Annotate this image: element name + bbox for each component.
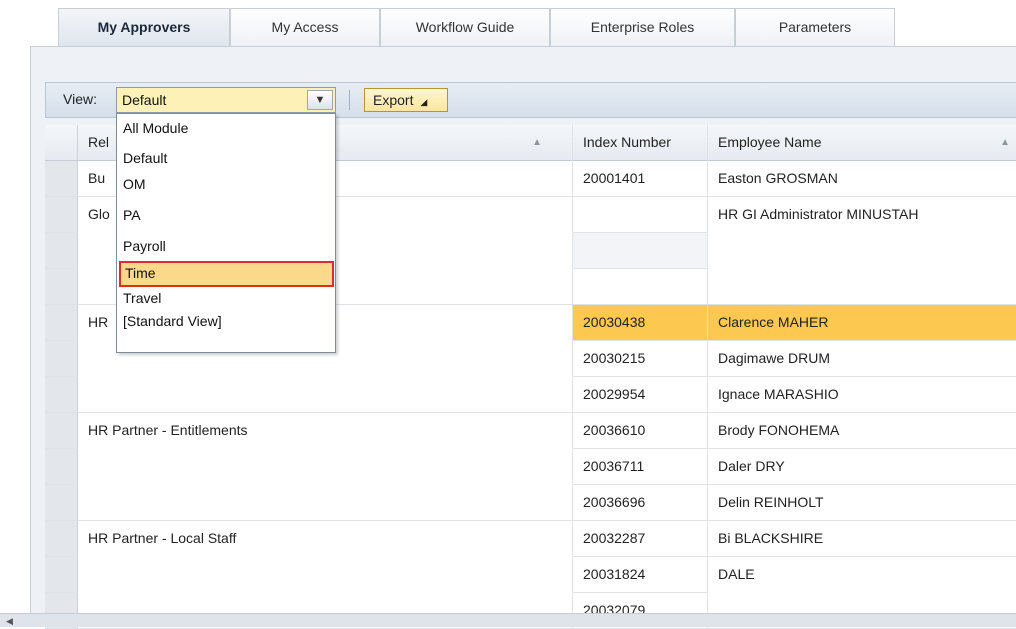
row-selector[interactable]: [45, 341, 78, 377]
column-header-label: Index Number: [583, 134, 671, 150]
sort-icon[interactable]: ▲: [1000, 125, 1010, 160]
export-button[interactable]: Export ◢: [364, 88, 448, 112]
role-cell: [78, 377, 573, 413]
table-row[interactable]: 20036696 Delin REINHOLT: [45, 485, 1016, 521]
employee-name-cell: HR GI Administrator MINUSTAH: [708, 197, 1016, 233]
row-selector[interactable]: [45, 269, 78, 305]
tab-parameters[interactable]: Parameters: [735, 8, 895, 46]
row-selector[interactable]: [45, 233, 78, 269]
tab-enterprise-roles[interactable]: Enterprise Roles: [550, 8, 735, 46]
tab-label: Enterprise Roles: [590, 19, 695, 35]
scroll-left-icon[interactable]: ◀: [6, 616, 13, 627]
dropdown-option[interactable]: Payroll: [123, 238, 166, 254]
column-header-employee-name[interactable]: Employee Name ▲: [708, 125, 1016, 161]
export-label: Export: [373, 92, 414, 108]
column-header-label: Rel: [88, 134, 110, 150]
index-number-cell: 20036696: [573, 485, 708, 521]
index-number-cell: 20036711: [573, 449, 708, 485]
employee-name-cell: DALE: [708, 557, 1016, 593]
table-row[interactable]: 20032079: [45, 593, 1016, 629]
tab-label: My Approvers: [97, 19, 191, 35]
index-number-cell: 20001401: [573, 161, 708, 197]
row-selector[interactable]: [45, 377, 78, 413]
index-number-cell: 20030215: [573, 341, 708, 377]
dropdown-option[interactable]: All Module: [123, 120, 188, 136]
row-selector[interactable]: [45, 197, 78, 233]
index-number-cell: [573, 233, 708, 269]
employee-name-cell: Delin REINHOLT: [708, 485, 1016, 521]
index-number-cell: [573, 269, 708, 305]
table-row[interactable]: 20036711 Daler DRY: [45, 449, 1016, 485]
row-selector[interactable]: [45, 413, 78, 449]
column-header-index-number[interactable]: Index Number: [573, 125, 708, 161]
table-row[interactable]: HR Partner - Local Staff 20032287 Bi BLA…: [45, 521, 1016, 557]
column-header-label: Employee Name: [718, 134, 822, 150]
dropdown-option[interactable]: Travel: [123, 290, 161, 306]
role-cell: [78, 485, 573, 521]
dropdown-option-label: Time: [125, 265, 156, 281]
index-number-cell: 20029954: [573, 377, 708, 413]
row-selector[interactable]: [45, 521, 78, 557]
employee-name-cell: Ignace MARASHIO: [708, 377, 1016, 413]
dropdown-option[interactable]: OM: [123, 176, 146, 192]
role-cell: [78, 557, 573, 593]
index-number-cell: [573, 197, 708, 233]
employee-name-cell: Easton GROSMAN: [708, 161, 1016, 197]
row-selector[interactable]: [45, 449, 78, 485]
tab-my-approvers[interactable]: My Approvers: [58, 8, 230, 46]
toolbar-divider: [349, 90, 350, 110]
table-row[interactable]: HR Partner - Entitlements 20036610 Brody…: [45, 413, 1016, 449]
table-row[interactable]: 20031824 DALE: [45, 557, 1016, 593]
dropdown-option[interactable]: PA: [123, 207, 141, 223]
view-label: View:: [63, 91, 97, 107]
horizontal-scrollbar[interactable]: ◀: [0, 613, 1016, 627]
index-number-cell: 20032287: [573, 521, 708, 557]
index-number-cell: 20031824: [573, 557, 708, 593]
tab-bar: My Approvers My Access Workflow Guide En…: [0, 0, 1016, 46]
tab-label: My Access: [271, 19, 339, 35]
dropdown-option[interactable]: Default: [123, 150, 167, 166]
sort-icon[interactable]: ▲: [532, 125, 542, 160]
employee-name-cell: [708, 233, 1016, 269]
tab-workflow-guide[interactable]: Workflow Guide: [380, 8, 550, 46]
row-selector[interactable]: [45, 161, 78, 197]
employee-name-cell: Clarence MAHER: [708, 305, 1016, 341]
tab-my-access[interactable]: My Access: [230, 8, 380, 46]
employee-name-cell: Brody FONOHEMA: [708, 413, 1016, 449]
role-cell: [78, 449, 573, 485]
dropdown-option-selected[interactable]: Time: [119, 261, 334, 287]
dropdown-option[interactable]: [Standard View]: [123, 313, 222, 329]
row-selector[interactable]: [45, 485, 78, 521]
tab-label: Workflow Guide: [415, 19, 515, 35]
view-select[interactable]: Default ▼: [116, 87, 336, 113]
index-number-cell: 20030438: [573, 305, 708, 341]
view-select-value: Default: [122, 92, 167, 108]
triangle-icon: ◢: [420, 97, 428, 107]
chevron-down-icon[interactable]: ▼: [307, 90, 333, 110]
employee-name-cell: Daler DRY: [708, 449, 1016, 485]
role-cell: HR Partner - Local Staff: [78, 521, 573, 557]
row-selector[interactable]: [45, 557, 78, 593]
index-number-cell: 20036610: [573, 413, 708, 449]
table-row[interactable]: 20029954 Ignace MARASHIO: [45, 377, 1016, 413]
role-cell: HR Partner - Entitlements: [78, 413, 573, 449]
row-selector[interactable]: [45, 305, 78, 341]
employee-name-cell: Bi BLACKSHIRE: [708, 521, 1016, 557]
view-dropdown-list: All Module Default OM PA Payroll Time Tr…: [116, 113, 336, 353]
select-all-cell[interactable]: [45, 125, 78, 161]
tab-label: Parameters: [778, 19, 852, 35]
employee-name-cell: [708, 269, 1016, 305]
employee-name-cell: Dagimawe DRUM: [708, 341, 1016, 377]
